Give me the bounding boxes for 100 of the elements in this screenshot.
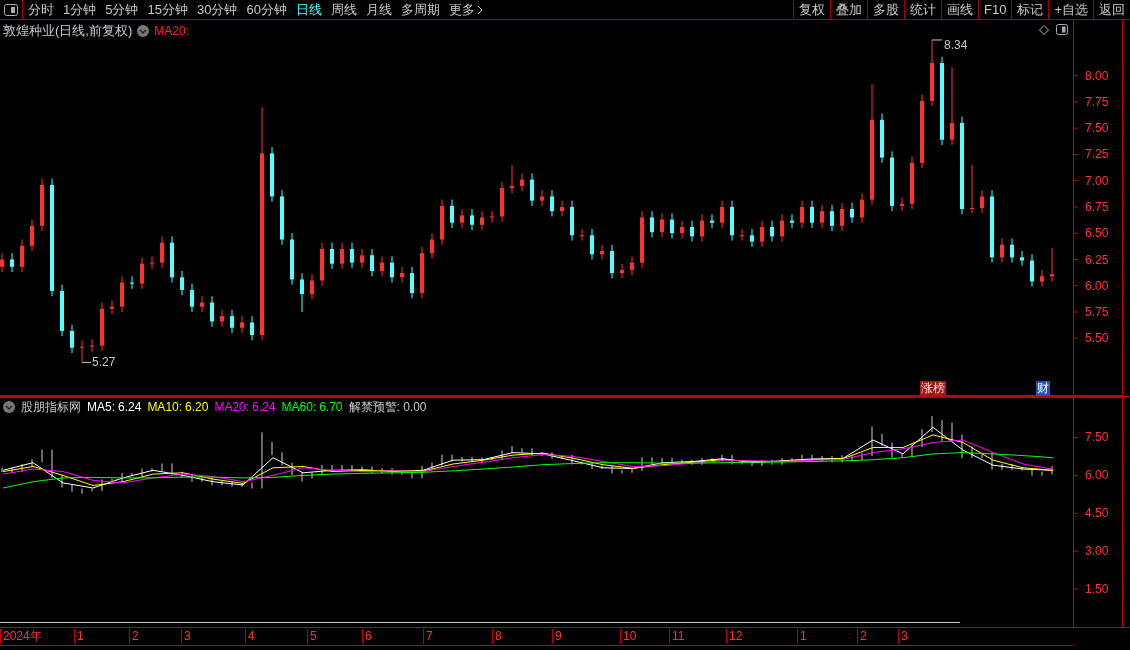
panel-toggle-icon[interactable] — [1056, 24, 1068, 35]
candlestick — [790, 213, 794, 229]
axis-label: 7.25 — [1085, 147, 1109, 162]
toolbar-button[interactable]: 叠加 — [830, 0, 867, 20]
candlestick — [860, 192, 864, 224]
axis-label: 7.50 — [1085, 121, 1109, 136]
period-tab[interactable]: 1分钟 — [63, 0, 97, 20]
diamond-icon[interactable] — [1039, 25, 1049, 35]
candlestick — [930, 39, 934, 107]
candlestick — [0, 252, 4, 273]
period-tab[interactable]: 周线 — [330, 0, 357, 20]
candlestick — [80, 339, 84, 363]
panel-toggle-icon[interactable] — [4, 3, 18, 16]
chart-title: 敦煌种业(日线,前复权) — [3, 22, 133, 40]
candlestick — [530, 172, 534, 207]
period-tab[interactable]: 60分钟 — [246, 0, 287, 20]
legend-value: 6.24 — [252, 399, 276, 416]
candlestick — [650, 210, 654, 238]
candlestick — [410, 266, 414, 299]
candlestick — [1030, 253, 1034, 288]
candlestick — [400, 266, 404, 284]
candlestick — [850, 202, 854, 224]
time-axis-label: 4 — [245, 629, 255, 644]
candlestick — [710, 213, 714, 229]
candlestick — [70, 324, 74, 354]
candlestick — [510, 164, 514, 194]
candlestick — [450, 199, 454, 229]
period-tab[interactable]: 30分钟 — [196, 0, 238, 20]
period-tab[interactable]: 月线 — [365, 0, 392, 20]
candlestick — [220, 309, 224, 328]
candlestick — [460, 208, 464, 229]
candlestick — [130, 275, 134, 290]
candlestick — [1010, 237, 1014, 264]
dropdown-icon[interactable] — [3, 401, 15, 413]
toolbar-button[interactable]: 返回 — [1093, 0, 1130, 20]
candlestick — [200, 295, 204, 313]
candlestick — [380, 255, 384, 277]
candlestick — [230, 309, 234, 334]
candlestick — [390, 255, 394, 284]
candlestick — [240, 315, 244, 334]
axis-label: 5.75 — [1085, 305, 1109, 319]
candlestick — [180, 270, 184, 296]
chevron-right-icon — [476, 4, 483, 15]
candlestick — [40, 178, 44, 232]
candlestick — [10, 252, 14, 273]
candlestick — [670, 212, 674, 239]
candlestick — [500, 181, 504, 223]
time-axis-label: 3 — [181, 629, 191, 644]
candlestick — [820, 204, 824, 229]
candlestick — [30, 219, 34, 252]
toolbar-button[interactable]: 多股 — [867, 0, 904, 20]
period-tab[interactable]: 日线 — [295, 0, 322, 20]
toolbar-button[interactable]: 统计 — [904, 0, 941, 20]
candlestick — [1020, 250, 1024, 267]
candlestick — [730, 200, 734, 242]
candlestick — [740, 228, 744, 242]
period-tab[interactable]: 5分钟 — [105, 0, 139, 20]
candlestick — [60, 284, 64, 337]
axis-label: 8.00 — [1085, 68, 1109, 83]
axis-label: 6.50 — [1085, 226, 1109, 241]
event-marker[interactable]: 涨榜 — [920, 381, 946, 396]
axis-label: 6.00 — [1085, 278, 1109, 293]
toolbar-button[interactable]: 画线 — [941, 0, 978, 20]
candlestick — [320, 242, 324, 287]
period-tab[interactable]: 分时 — [28, 0, 54, 20]
candlestick — [980, 189, 984, 214]
legend-value: 6.24 — [118, 399, 142, 416]
candlestick — [480, 210, 484, 231]
candlestick — [190, 283, 194, 313]
candlestick — [550, 189, 554, 217]
toolbar-button[interactable]: F10 — [978, 0, 1012, 20]
toolbar-button[interactable]: +自选 — [1048, 0, 1093, 20]
legend-label: MA20: — [214, 399, 250, 416]
candlestick — [100, 302, 104, 352]
candlestick — [540, 189, 544, 207]
more-button[interactable]: 更多 — [448, 0, 483, 20]
dropdown-icon[interactable] — [137, 24, 150, 37]
time-axis-label: 6 — [362, 629, 372, 644]
candlestick — [250, 315, 254, 341]
candlestick — [1000, 237, 1004, 264]
candlestick — [610, 244, 614, 279]
period-tab[interactable]: 多周期 — [400, 0, 440, 20]
candlestick — [420, 246, 424, 299]
time-axis-label: 2 — [857, 629, 867, 644]
period-tab[interactable]: 15分钟 — [147, 0, 188, 20]
axis-label: 5.50 — [1085, 331, 1109, 346]
indicator-value: 解禁预警: 0.00 — [348, 399, 427, 416]
candlestick — [90, 338, 94, 353]
time-axis-label: 8 — [492, 629, 502, 644]
axis-label: 7.00 — [1085, 173, 1109, 188]
candlestick — [800, 200, 804, 229]
candlestick — [690, 220, 694, 243]
toolbar-button[interactable]: 复权 — [793, 0, 830, 20]
candlestick — [910, 156, 914, 210]
candlestick — [620, 263, 624, 279]
candlestick — [680, 220, 684, 239]
axis-label: 7.75 — [1085, 94, 1109, 109]
toolbar-button[interactable]: 标记 — [1011, 0, 1049, 20]
event-marker[interactable]: 财 — [1036, 381, 1050, 396]
legend-value: 6.70 — [319, 399, 343, 416]
